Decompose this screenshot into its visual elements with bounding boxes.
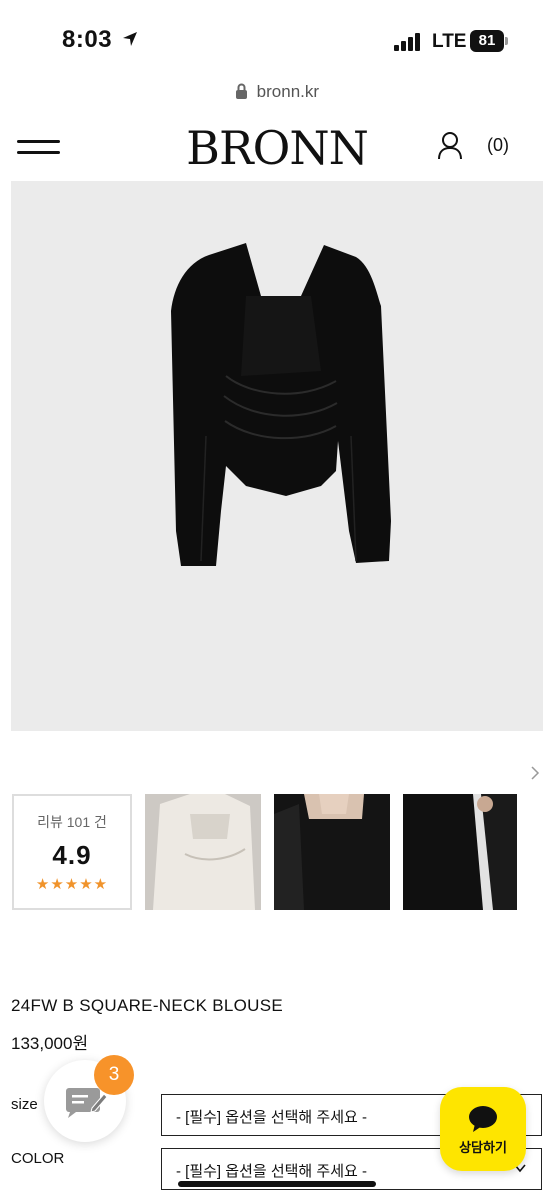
user-account-icon[interactable] [436,131,464,161]
battery-icon: 81 [470,30,508,52]
color-select-value: - [필수] 옵션을 선택해 주세요 - [176,1163,367,1180]
product-price: 133,000원 [11,1034,89,1053]
cart-count[interactable]: (0) [487,135,509,156]
chevron-right-icon[interactable] [528,764,542,782]
product-main-image[interactable] [11,181,543,731]
product-thumbnail[interactable] [403,794,517,910]
product-thumbnail[interactable] [145,794,261,910]
kakao-consult-button[interactable]: 상담하기 [440,1087,526,1171]
review-summary[interactable]: 리뷰 101 건 4.9 ★★★★★ [12,794,132,910]
network-type: LTE [432,31,467,52]
review-count: 리뷰 101 건 [37,814,107,830]
color-option-label: COLOR [11,1150,65,1167]
home-indicator[interactable] [178,1181,376,1187]
review-score: 4.9 [52,840,92,870]
status-time-text: 8:03 [62,26,113,53]
battery-level: 81 [470,30,504,52]
site-header: BRONN (0) [0,111,554,181]
star-rating-icon: ★★★★★ [35,876,109,893]
lock-icon [235,83,247,99]
black-blouse-illustration [171,243,391,566]
url-text: bronn.kr [256,82,320,101]
kakao-label: 상담하기 [459,1140,507,1155]
black-blouse-photo [274,794,390,910]
brand-logo[interactable]: BRONN [0,121,554,175]
address-bar[interactable]: bronn.kr [0,82,554,108]
status-time: 8:03 [62,26,139,54]
chevron-right-icon[interactable] [516,838,532,868]
notification-badge: 3 [94,1055,134,1095]
location-arrow-icon [123,31,138,46]
ivory-blouse-photo [145,794,261,910]
model-photo [403,794,517,910]
product-name: 24FW B SQUARE-NECK BLOUSE [11,996,284,1015]
size-option-label: size [11,1096,38,1113]
speech-bubble-icon [469,1106,497,1132]
cellular-signal-icon [394,33,422,51]
size-select-value: - [필수] 옵션을 선택해 주세요 - [176,1109,367,1126]
status-bar: 8:03 LTE 81 [0,0,554,80]
product-thumbnail[interactable] [274,794,390,910]
